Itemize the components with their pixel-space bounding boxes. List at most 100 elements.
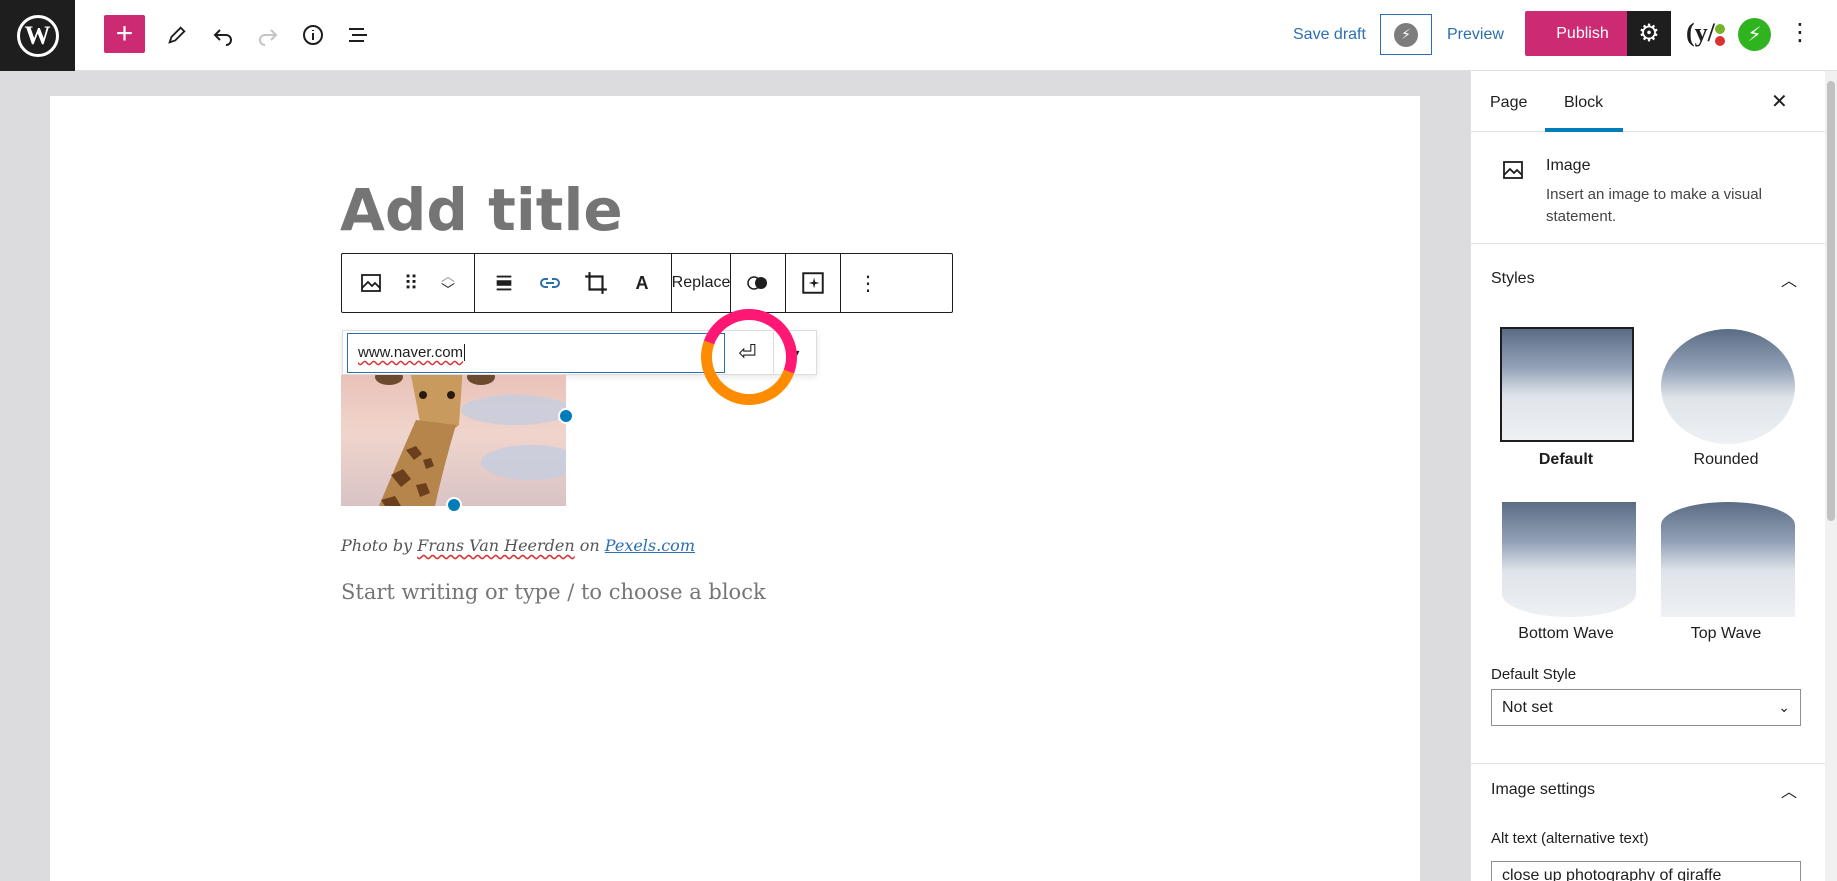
redo-icon [259, 29, 278, 46]
undo-icon [213, 29, 232, 46]
image-caption[interactable]: Photo by Frans Van Heerden on Pexels.com [341, 536, 695, 555]
editor-header: W + Save draft ⚡ Preview Publish ⚙ (y/ ⚡… [0, 0, 1837, 71]
alt-text-label: Alt text (alternative text) [1491, 830, 1649, 847]
list-view-button[interactable] [337, 14, 379, 56]
default-style-select[interactable]: Not set ⌄ [1491, 689, 1801, 726]
yoast-dot-green [1714, 24, 1725, 34]
tab-page[interactable]: Page [1490, 94, 1527, 112]
style-label-rounded: Rounded [1693, 451, 1759, 468]
chevron-up-icon[interactable]: ︿ [1781, 267, 1797, 291]
chevron-up-icon[interactable]: ︿ [1781, 778, 1797, 802]
gear-icon: ⚙ [1638, 20, 1660, 47]
publish-button[interactable]: Publish [1525, 11, 1640, 56]
block-type-button[interactable] [348, 254, 394, 312]
jetpack-button[interactable]: ⚡ [1738, 18, 1771, 51]
block-inserter-button[interactable]: + [104, 15, 145, 53]
chevron-down-icon: ⌄ [1778, 699, 1790, 715]
link-icon [540, 278, 560, 288]
block-card-description: Insert an image to make a visual stateme… [1546, 186, 1762, 225]
styles-panel-heading[interactable]: Styles [1491, 270, 1535, 288]
more-options-button[interactable]: ⋮ [845, 254, 891, 312]
editor-canvas [50, 96, 1420, 881]
giraffe-image[interactable] [341, 375, 566, 506]
replace-button[interactable]: Replace [672, 254, 731, 312]
image-icon [1503, 161, 1523, 179]
style-thumbnail [1661, 502, 1795, 617]
tab-block[interactable]: Block [1564, 94, 1603, 112]
ai-button[interactable] [790, 254, 836, 312]
settings-button[interactable]: ⚙ [1627, 11, 1671, 56]
image-settings-heading[interactable]: Image settings [1491, 781, 1595, 799]
default-style-label: Default Style [1491, 666, 1577, 683]
panel-divider [1471, 763, 1826, 764]
style-thumbnail [1661, 329, 1795, 444]
sidebar-scrollbar[interactable] [1825, 71, 1837, 881]
style-thumbnail [1502, 502, 1636, 617]
image-icon [361, 274, 381, 292]
save-draft-button[interactable]: Save draft [1293, 26, 1366, 44]
resize-handle-right[interactable] [558, 408, 574, 424]
redo-button[interactable] [247, 14, 289, 56]
style-option-default[interactable] [1500, 327, 1634, 442]
yoast-dot-red [1714, 36, 1725, 46]
style-label-default: Default [1538, 451, 1594, 468]
giraffe-illustration [375, 375, 495, 506]
text-overlay-button[interactable]: A [619, 254, 665, 312]
align-icon [496, 275, 512, 291]
drag-handle[interactable]: ⠿ [394, 254, 428, 312]
default-style-value: Not set [1502, 699, 1553, 716]
block-appender-placeholder[interactable]: Start writing or type / to choose a bloc… [341, 580, 766, 604]
plus-icon: + [115, 17, 134, 50]
block-card: Image Insert an image to make a visual s… [1471, 132, 1826, 244]
tools-button[interactable] [156, 14, 198, 56]
link-url-value: www.naver.com [358, 344, 464, 361]
more-vertical-icon: ⋮ [1788, 19, 1812, 46]
yoast-icon: (y/ [1686, 18, 1715, 47]
chevron-down-icon: ﹀ [441, 282, 455, 298]
jetpack-boost-button[interactable]: ⚡ [1380, 14, 1432, 55]
ai-sparkle-icon [802, 272, 824, 294]
caption-author-link[interactable]: Frans Van Heerden [417, 536, 574, 555]
pencil-icon [168, 26, 186, 44]
style-option-bottom-wave[interactable] [1502, 502, 1636, 617]
caption-site-link[interactable]: Pexels.com [605, 536, 695, 555]
toolbar-group-ai [786, 254, 841, 312]
align-button[interactable] [481, 254, 527, 312]
duotone-button[interactable] [735, 254, 781, 312]
link-button[interactable] [527, 254, 573, 312]
style-label-top-wave: Top Wave [1690, 625, 1762, 642]
move-up-down-icon: ︿ [441, 268, 455, 284]
close-icon: ✕ [1771, 91, 1788, 113]
drag-handle-icon: ⠿ [403, 272, 419, 295]
image-block-toolbar: ⠿ ︿ ﹀ A Replace ⋮ [341, 253, 953, 313]
resize-handle-bottom[interactable] [446, 497, 462, 513]
link-url-input[interactable]: www.naver.com [347, 333, 725, 373]
undo-button[interactable] [202, 14, 244, 56]
info-icon [303, 25, 323, 45]
style-label-bottom-wave: Bottom Wave [1518, 625, 1614, 642]
style-option-top-wave[interactable] [1661, 502, 1795, 617]
duotone-icon [747, 276, 767, 290]
yoast-seo-button[interactable]: (y/ [1686, 18, 1725, 48]
move-buttons[interactable]: ︿ ﹀ [428, 254, 468, 312]
toolbar-group-more: ⋮ [841, 254, 895, 312]
caption-middle: on [574, 536, 605, 555]
preview-button[interactable]: Preview [1447, 26, 1504, 44]
wordpress-logo-button[interactable]: W [0, 0, 75, 71]
toolbar-group-duotone [731, 254, 786, 312]
crop-button[interactable] [573, 254, 619, 312]
sidebar-tabs: Page Block ✕ [1471, 71, 1825, 132]
alt-text-input[interactable]: close up photography of giraffe [1491, 861, 1801, 881]
text-overlay-icon: A [635, 272, 649, 293]
bolt-icon: ⚡ [1394, 22, 1418, 47]
scrollbar-thumb[interactable] [1827, 81, 1835, 521]
style-thumbnail [1502, 329, 1632, 440]
options-menu-button[interactable]: ⋮ [1788, 18, 1812, 47]
block-card-title: Image [1546, 157, 1591, 174]
text-cursor [464, 344, 466, 361]
post-title-input[interactable]: Add title [340, 176, 623, 244]
toolbar-group-replace: Replace [672, 254, 731, 312]
details-button[interactable] [292, 14, 334, 56]
close-sidebar-button[interactable]: ✕ [1771, 89, 1788, 114]
style-option-rounded[interactable] [1661, 329, 1795, 444]
